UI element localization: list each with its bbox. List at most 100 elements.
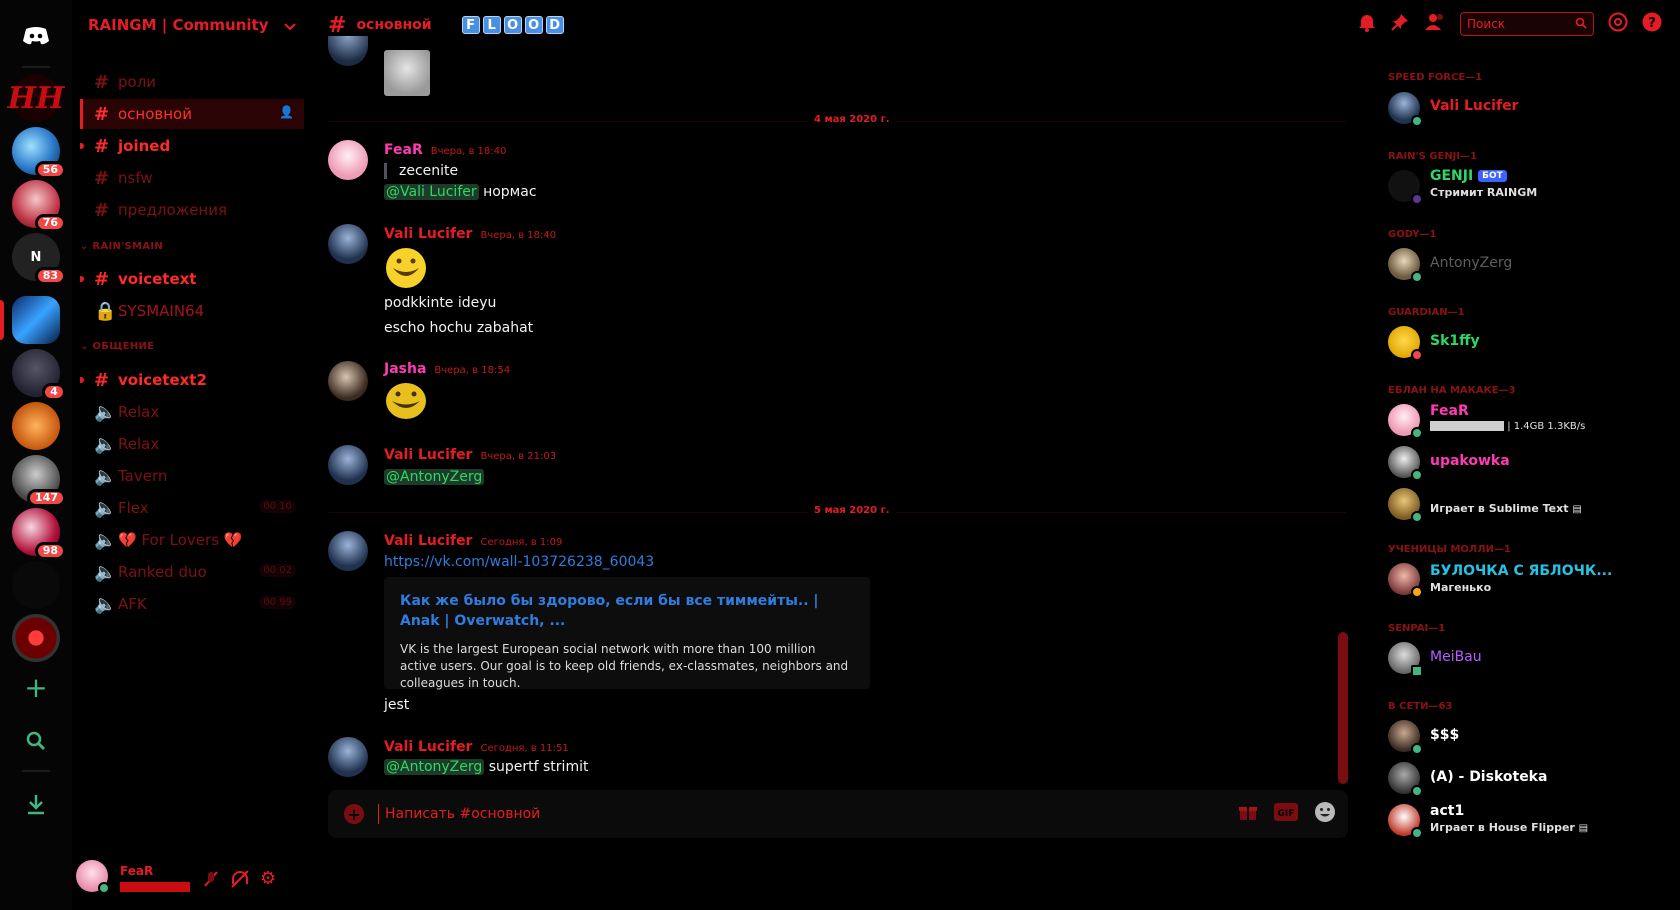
voice-channel-flex[interactable]: 🔈 Flex 00 10 bbox=[80, 493, 304, 523]
channel-predlozheniya[interactable]: # предложения bbox=[80, 195, 304, 225]
message-author[interactable]: Vali Lucifer Сегодня, в 1:09 bbox=[384, 533, 562, 549]
avatar[interactable] bbox=[1388, 720, 1423, 755]
channel-osnovnoy[interactable]: # основной 👤 bbox=[80, 99, 304, 129]
explore-servers-icon[interactable] bbox=[12, 717, 60, 765]
pin-icon[interactable] bbox=[1390, 12, 1410, 36]
member-name[interactable]: FeaR bbox=[1430, 403, 1469, 419]
avatar[interactable] bbox=[1388, 563, 1423, 598]
voice-channel-afk[interactable]: 🔈 AFK 00 99 bbox=[80, 589, 304, 619]
server-icon-11[interactable] bbox=[12, 614, 60, 662]
channel-voicetext[interactable]: # voicetext bbox=[80, 264, 304, 294]
avatar[interactable] bbox=[1388, 404, 1423, 439]
message-author[interactable]: Vali Lucifer Вчера, в 21:03 bbox=[384, 447, 556, 463]
message-author[interactable]: Vali Lucifer Сегодня, в 11:51 bbox=[384, 739, 569, 755]
member-name[interactable]: act1 bbox=[1430, 803, 1464, 819]
channel-voicetext2[interactable]: # voicetext2 bbox=[80, 365, 304, 395]
message-author[interactable]: Jasha Вчера, в 18:54 bbox=[384, 361, 510, 377]
avatar[interactable] bbox=[1388, 170, 1423, 205]
add-server-icon[interactable]: + bbox=[12, 663, 60, 711]
server-icon-7[interactable] bbox=[12, 402, 60, 450]
member-name[interactable]: AntonyZerg bbox=[1430, 255, 1512, 271]
user-mention[interactable]: @Vali Lucifer bbox=[384, 184, 479, 200]
server-icon-3[interactable]: 76 bbox=[12, 180, 66, 232]
gif-icon[interactable]: GIF bbox=[1274, 803, 1298, 825]
member-name[interactable]: Sk1ffy bbox=[1430, 333, 1480, 349]
mic-muted-icon[interactable] bbox=[202, 870, 220, 892]
member-name[interactable]: (A) - Diskoteka bbox=[1430, 769, 1547, 785]
avatar[interactable] bbox=[328, 737, 368, 777]
bell-icon[interactable] bbox=[1358, 12, 1376, 36]
settings-gear-icon[interactable]: ⚙ bbox=[260, 870, 276, 888]
voice-channel-relax[interactable]: 🔈 Relax bbox=[80, 397, 304, 427]
mention-badge: 76 bbox=[34, 214, 66, 232]
bot-tag: БОТ bbox=[1478, 170, 1507, 182]
server-icon-6[interactable]: 4 bbox=[12, 349, 66, 401]
member-name[interactable]: MeiBau bbox=[1430, 649, 1482, 665]
download-apps-icon[interactable] bbox=[12, 780, 60, 828]
member-name[interactable]: GENJI БОТ bbox=[1430, 168, 1507, 184]
category-rainsmain[interactable]: ⌄ RAIN'SMAIN bbox=[80, 241, 163, 252]
channel-roli[interactable]: # роли bbox=[80, 67, 304, 97]
server-icon-9[interactable]: 98 bbox=[12, 508, 66, 560]
headphones-muted-icon[interactable] bbox=[230, 870, 250, 892]
avatar[interactable] bbox=[76, 860, 110, 894]
voice-channel-relax-2[interactable]: 🔈 Relax bbox=[80, 429, 304, 459]
member-name[interactable]: БУЛОЧКА С ЯБЛОЧК... bbox=[1430, 563, 1612, 579]
channel-joined[interactable]: # joined bbox=[80, 131, 304, 161]
speaker-icon: 🔈 bbox=[94, 465, 117, 487]
channel-topic-flood: F L O O D bbox=[461, 16, 564, 34]
gift-icon[interactable] bbox=[1238, 802, 1258, 826]
avatar[interactable] bbox=[1388, 762, 1423, 797]
user-mention[interactable]: @AntonyZerg bbox=[384, 759, 485, 775]
server-icon-8[interactable]: 147 bbox=[12, 455, 66, 507]
avatar[interactable] bbox=[328, 361, 368, 401]
server-icon-raingm[interactable] bbox=[12, 296, 60, 344]
image-attachment[interactable] bbox=[384, 50, 430, 96]
guild-header[interactable]: RAINGM | Community bbox=[72, 0, 312, 50]
avatar[interactable] bbox=[1388, 642, 1423, 677]
voice-channel-ranked-duo[interactable]: 🔈 Ranked duo 00 02 bbox=[80, 557, 304, 587]
voice-channel-tavern[interactable]: 🔈 Tavern bbox=[80, 461, 304, 491]
avatar[interactable] bbox=[1388, 488, 1423, 523]
message-input[interactable] bbox=[379, 806, 1238, 822]
embed-title[interactable]: Как же было бы здорово, если бы все тимм… bbox=[400, 591, 854, 631]
voice-channel-for-lovers[interactable]: 🔈 💔 For Lovers 💔 bbox=[80, 525, 304, 555]
status-online-icon bbox=[1411, 115, 1423, 127]
emoji-picker-icon[interactable] bbox=[1314, 801, 1336, 827]
help-icon[interactable]: ? bbox=[1642, 12, 1662, 36]
status-mobile-icon bbox=[1411, 665, 1423, 677]
avatar[interactable] bbox=[328, 531, 368, 571]
server-icon-2[interactable]: 56 bbox=[12, 127, 66, 179]
server-icon-10[interactable] bbox=[12, 561, 60, 609]
members-icon[interactable] bbox=[1424, 12, 1446, 36]
category-obshchenie[interactable]: ⌄ ОБЩЕНИЕ bbox=[80, 341, 154, 352]
message-author[interactable]: Vali Lucifer Вчера, в 18:40 bbox=[384, 226, 556, 242]
server-icon-4[interactable]: N 83 bbox=[12, 233, 66, 285]
member-name[interactable]: Vali Lucifer bbox=[1430, 98, 1518, 114]
avatar[interactable] bbox=[328, 445, 368, 485]
message-link[interactable]: https://vk.com/wall-103726238_60043 bbox=[384, 554, 654, 570]
search-box[interactable] bbox=[1460, 12, 1594, 36]
user-mention[interactable]: @AntonyZerg bbox=[384, 469, 485, 485]
mentions-icon[interactable] bbox=[1608, 12, 1628, 36]
avatar[interactable] bbox=[1388, 248, 1423, 283]
chat-scrollbar[interactable] bbox=[1338, 632, 1348, 784]
search-input[interactable] bbox=[1467, 17, 1567, 31]
message-author[interactable]: FeaR Вчера, в 18:40 bbox=[384, 142, 506, 158]
search-icon[interactable] bbox=[1575, 17, 1587, 32]
avatar[interactable] bbox=[328, 36, 368, 66]
channel-sysmain64[interactable]: 🔒 SYSMAIN64 bbox=[80, 296, 304, 326]
upload-plus-icon[interactable]: + bbox=[344, 804, 364, 824]
avatar[interactable] bbox=[1388, 92, 1423, 127]
avatar[interactable] bbox=[1388, 326, 1423, 361]
server-icon-hh[interactable]: HH bbox=[8, 74, 64, 122]
member-name[interactable]: upakowka bbox=[1430, 453, 1510, 469]
invite-icon[interactable]: 👤 bbox=[279, 105, 294, 119]
avatar[interactable] bbox=[328, 224, 368, 264]
discord-home-icon[interactable] bbox=[12, 12, 60, 60]
avatar[interactable] bbox=[1388, 804, 1423, 839]
avatar[interactable] bbox=[328, 140, 368, 180]
member-name[interactable]: $$$ bbox=[1430, 727, 1459, 743]
avatar[interactable] bbox=[1388, 446, 1423, 481]
channel-nsfw[interactable]: # nsfw bbox=[80, 163, 304, 193]
